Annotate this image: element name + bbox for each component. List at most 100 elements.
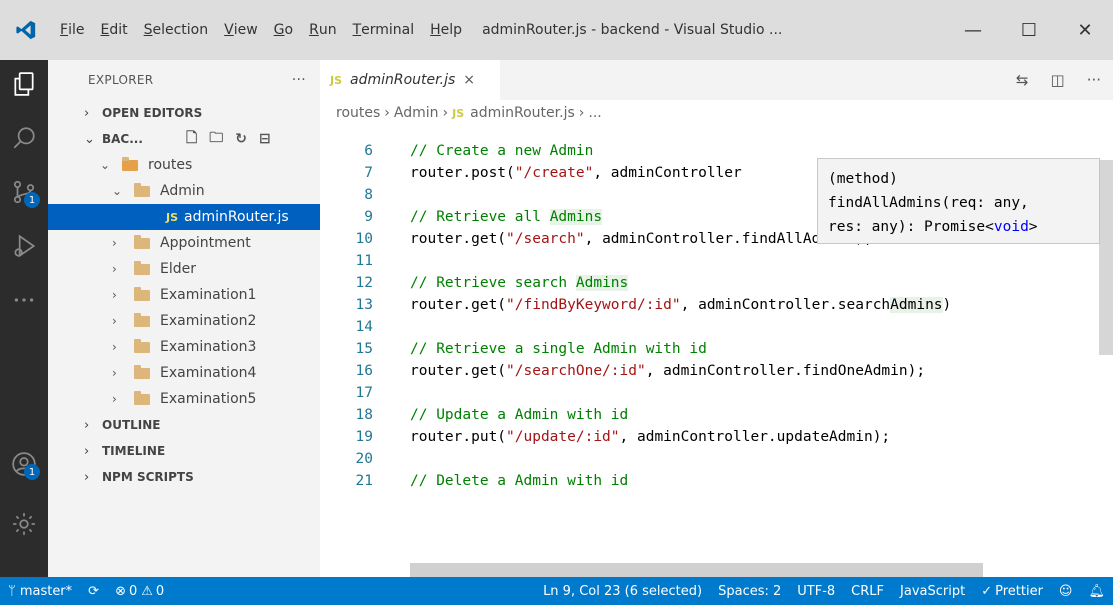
activity-bar: 1 1 <box>0 60 48 577</box>
tree-folder-elder[interactable]: › Elder <box>48 256 320 282</box>
javascript-file-icon: JS <box>452 106 465 120</box>
menu-go[interactable]: Go <box>266 0 301 60</box>
code-text: router.get( <box>410 363 507 379</box>
tree-label: Examination1 <box>160 287 257 303</box>
folder-icon <box>134 338 150 353</box>
check-icon: ✓ <box>981 583 993 599</box>
section-workspace[interactable]: ⌄ BAC... 🗋 🗀 ↻ ⊟ <box>48 126 320 152</box>
code-text: router.post( <box>410 165 515 181</box>
tooltip-text: res: any): Promise< <box>828 219 994 235</box>
section-label: TIMELINE <box>102 444 166 458</box>
run-debug-icon[interactable] <box>0 222 48 270</box>
folder-open-icon <box>134 182 150 197</box>
sync-button[interactable]: ⟳ <box>80 577 107 605</box>
tree-folder-examination4[interactable]: › Examination4 <box>48 360 320 386</box>
branch-indicator[interactable]: ᛘ master* <box>0 577 80 605</box>
menu-edit[interactable]: Edit <box>92 0 135 60</box>
menu-view[interactable]: View <box>216 0 266 60</box>
menu-file[interactable]: File <box>52 0 92 60</box>
line-number: 8 <box>364 187 373 203</box>
prettier-status[interactable]: ✓ Prettier <box>973 577 1051 605</box>
error-count: 0 <box>128 583 138 599</box>
chevron-right-icon: › <box>84 105 90 121</box>
section-open-editors[interactable]: › OPEN EDITORS <box>48 100 320 126</box>
tree-folder-examination3[interactable]: › Examination3 <box>48 334 320 360</box>
chevron-down-icon: ⌄ <box>112 184 123 198</box>
tooltip-line: findAllAdmins(req: any, <box>828 195 1029 211</box>
section-outline[interactable]: › OUTLINE <box>48 412 320 438</box>
code-text: ) <box>942 297 952 313</box>
chevron-right-icon: › <box>112 262 117 276</box>
problems-indicator[interactable]: ⊗ 0 ⚠ 0 <box>107 577 172 605</box>
tree-folder-routes[interactable]: ⌄ routes <box>48 152 320 178</box>
collapse-all-icon[interactable]: ⊟ <box>259 131 271 147</box>
breadcrumb-file[interactable]: adminRouter.js <box>470 105 575 121</box>
accounts-icon[interactable]: 1 <box>0 440 48 488</box>
tree-folder-appointment[interactable]: › Appointment <box>48 230 320 256</box>
section-npm-scripts[interactable]: › NPM SCRIPTS <box>48 464 320 490</box>
notifications-button[interactable]: 🔔︎ <box>1080 577 1113 605</box>
tree-folder-examination2[interactable]: › Examination2 <box>48 308 320 334</box>
cursor-position[interactable]: Ln 9, Col 23 (6 selected) <box>535 577 710 605</box>
breadcrumb-routes[interactable]: routes <box>336 105 380 121</box>
breadcrumb-symbol[interactable]: ... <box>588 105 601 121</box>
menu-selection[interactable]: Selection <box>136 0 217 60</box>
source-control-icon[interactable]: 1 <box>0 168 48 216</box>
more-actions-icon[interactable]: ··· <box>1087 71 1101 89</box>
tooltip-text: > <box>1028 219 1038 235</box>
tree-label: Admin <box>160 183 205 199</box>
end-of-line[interactable]: CRLF <box>843 577 892 605</box>
window-title: adminRouter.js - backend - Visual Studio… <box>482 22 783 38</box>
code-string: "/searchOne/:id" <box>506 363 646 379</box>
gear-icon[interactable] <box>0 500 48 548</box>
language-mode[interactable]: JavaScript <box>892 577 973 605</box>
explorer-more-button[interactable]: ··· <box>292 72 306 88</box>
chevron-right-icon: › <box>442 105 449 121</box>
section-timeline[interactable]: › TIMELINE <box>48 438 320 464</box>
line-number: 17 <box>355 385 373 401</box>
chevron-right-icon: › <box>84 417 90 433</box>
new-folder-icon[interactable]: 🗀 <box>209 127 223 151</box>
menu-terminal[interactable]: Terminal <box>345 0 423 60</box>
new-file-icon[interactable]: 🗋 <box>186 127 197 151</box>
tab-adminrouter[interactable]: JS adminRouter.js × <box>320 60 500 100</box>
feedback-button[interactable]: ☺ <box>1051 577 1081 605</box>
tab-close-icon[interactable]: × <box>463 72 475 88</box>
tab-title: adminRouter.js <box>350 72 456 88</box>
tree-label: Appointment <box>160 235 251 251</box>
split-editor-icon[interactable]: ◫ <box>1051 71 1065 89</box>
open-changes-icon[interactable]: ⇆ <box>1016 71 1029 89</box>
minimize-button[interactable]: — <box>945 0 1001 60</box>
breadcrumb: routes › Admin › JS adminRouter.js › ... <box>320 100 1113 126</box>
search-icon[interactable] <box>0 114 48 162</box>
tree-folder-admin[interactable]: ⌄ Admin <box>48 178 320 204</box>
folder-icon <box>134 364 150 379</box>
code-comment: // Retrieve a single Admin with id <box>410 341 707 357</box>
horizontal-scrollbar[interactable] <box>410 563 983 577</box>
refresh-icon[interactable]: ↻ <box>235 131 247 147</box>
line-number: 16 <box>355 363 373 379</box>
close-button[interactable]: ✕ <box>1057 0 1113 60</box>
menu-help[interactable]: Help <box>422 0 470 60</box>
tree-folder-examination5[interactable]: › Examination5 <box>48 386 320 412</box>
explorer-icon[interactable] <box>0 60 48 108</box>
folder-icon <box>122 156 138 171</box>
section-label: NPM SCRIPTS <box>102 470 194 484</box>
more-views-icon[interactable] <box>0 276 48 324</box>
breadcrumb-admin[interactable]: Admin <box>394 105 439 121</box>
encoding[interactable]: UTF-8 <box>789 577 843 605</box>
tree-folder-examination1[interactable]: › Examination1 <box>48 282 320 308</box>
maximize-button[interactable]: ☐ <box>1001 0 1057 60</box>
menu-run[interactable]: Run <box>301 0 344 60</box>
warning-icon: ⚠ <box>141 583 153 599</box>
code-text: router.get( <box>410 231 507 247</box>
code-string: "/update/:id" <box>506 429 620 445</box>
indentation[interactable]: Spaces: 2 <box>710 577 789 605</box>
vertical-scrollbar[interactable] <box>1099 160 1113 355</box>
code-comment: // Update a Admin with id <box>410 407 629 423</box>
tree-label: Examination4 <box>160 365 257 381</box>
explorer-title: EXPLORER <box>88 73 154 87</box>
tree-file-adminrouter[interactable]: JS adminRouter.js <box>48 204 320 230</box>
code-text: router.get( <box>410 297 507 313</box>
tooltip-line: res: any): Promise<void> <box>828 215 1089 239</box>
